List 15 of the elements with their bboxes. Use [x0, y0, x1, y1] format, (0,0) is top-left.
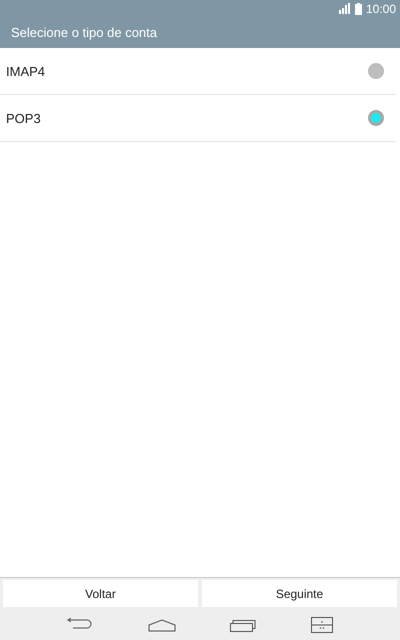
option-label: IMAP4 — [6, 64, 46, 78]
recents-icon[interactable] — [230, 618, 256, 632]
menu-icon[interactable] — [310, 617, 333, 633]
radio-button[interactable] — [368, 110, 384, 126]
clock: 10:00 — [366, 2, 396, 16]
radio-button[interactable] — [368, 63, 384, 79]
back-button[interactable]: Voltar — [3, 580, 198, 607]
screen-title: Selecione o tipo de conta — [10, 24, 158, 42]
home-icon[interactable] — [148, 618, 176, 632]
account-type-option[interactable]: POP3 — [0, 95, 396, 142]
account-type-option[interactable]: IMAP4 — [0, 48, 396, 95]
next-button[interactable]: Seguinte — [202, 580, 397, 607]
battery-icon — [354, 2, 362, 14]
option-label: POP3 — [6, 110, 41, 126]
signal-icon — [338, 3, 351, 14]
